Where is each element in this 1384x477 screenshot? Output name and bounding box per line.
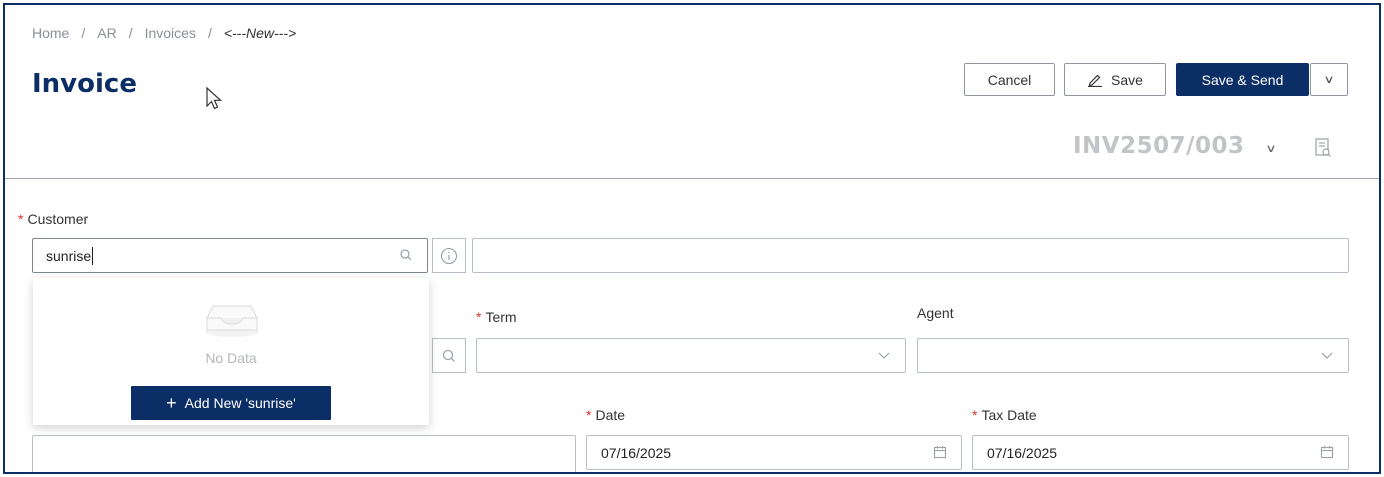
- breadcrumb-separator: /: [81, 25, 86, 41]
- chevron-down-icon[interactable]: ∨: [1265, 142, 1276, 155]
- tax-date-label: * Tax Date: [972, 407, 1037, 423]
- breadcrumb: Home / AR / Invoices / <---New--->: [32, 25, 296, 41]
- date-picker[interactable]: 07/16/2025: [586, 435, 962, 470]
- pen-icon: [1088, 74, 1103, 87]
- customer-search-input[interactable]: sunrise: [32, 238, 428, 273]
- search-icon: [442, 349, 455, 362]
- breadcrumb-home[interactable]: Home: [32, 25, 69, 41]
- page-title: Invoice: [32, 69, 137, 99]
- term-label-text: Term: [485, 309, 517, 325]
- breadcrumb-separator: /: [128, 25, 133, 41]
- date-label: * Date: [586, 407, 625, 423]
- cancel-button-label: Cancel: [987, 71, 1032, 88]
- mouse-cursor-icon: [206, 87, 223, 110]
- lookup-search-button[interactable]: [432, 338, 466, 373]
- document-number: INV2507/003: [1073, 133, 1245, 159]
- info-icon: [440, 247, 458, 264]
- customer-input-value: sunrise: [46, 247, 92, 264]
- save-button[interactable]: Save: [1064, 63, 1166, 96]
- plus-icon: +: [166, 393, 177, 413]
- document-search-icon[interactable]: [1314, 137, 1332, 159]
- date-label-text: Date: [595, 407, 626, 423]
- save-and-send-label: Save & Send: [1201, 71, 1284, 88]
- tax-date-label-text: Tax Date: [981, 407, 1037, 423]
- save-and-send-button[interactable]: Save & Send: [1176, 63, 1309, 96]
- app-frame: Home / AR / Invoices / <---New---> Invoi…: [3, 3, 1381, 474]
- date-value: 07/16/2025: [601, 444, 672, 461]
- term-label: * Term: [476, 309, 517, 325]
- customer-name-field[interactable]: [472, 238, 1349, 273]
- customer-label-text: Customer: [27, 211, 89, 227]
- breadcrumb-invoices[interactable]: Invoices: [145, 25, 196, 41]
- customer-info-button[interactable]: [432, 238, 466, 273]
- add-new-customer-label: Add New 'sunrise': [184, 395, 296, 411]
- search-icon[interactable]: [399, 248, 413, 262]
- required-marker: *: [18, 211, 24, 227]
- cancel-button[interactable]: Cancel: [964, 63, 1055, 96]
- calendar-icon[interactable]: [1320, 445, 1334, 459]
- calendar-icon[interactable]: [933, 445, 947, 459]
- chevron-down-icon: [878, 352, 890, 359]
- tax-date-picker[interactable]: 07/16/2025: [972, 435, 1349, 470]
- breadcrumb-ar[interactable]: AR: [97, 25, 116, 41]
- add-new-customer-button[interactable]: + Add New 'sunrise': [131, 386, 331, 420]
- text-caret: [92, 246, 94, 265]
- empty-inbox-icon: [205, 305, 259, 337]
- text-field[interactable]: [32, 435, 576, 472]
- save-options-dropdown-button[interactable]: ∨: [1310, 63, 1348, 96]
- customer-autocomplete-dropdown: No Data + Add New 'sunrise': [33, 278, 429, 425]
- required-marker: *: [476, 309, 482, 325]
- page-header: Home / AR / Invoices / <---New---> Invoi…: [5, 5, 1379, 179]
- customer-label: * Customer: [18, 211, 88, 227]
- chevron-down-icon: [1321, 352, 1333, 359]
- no-data-text: No Data: [205, 350, 257, 366]
- breadcrumb-current: <---New--->: [223, 25, 297, 41]
- term-select[interactable]: [476, 338, 906, 373]
- agent-select[interactable]: [917, 338, 1349, 373]
- breadcrumb-separator: /: [207, 25, 212, 41]
- save-button-label: Save: [1111, 71, 1143, 88]
- chevron-down-icon: ∨: [1323, 74, 1335, 86]
- required-marker: *: [586, 407, 592, 423]
- tax-date-value: 07/16/2025: [987, 444, 1058, 461]
- required-marker: *: [972, 407, 978, 423]
- agent-label: Agent: [917, 305, 954, 321]
